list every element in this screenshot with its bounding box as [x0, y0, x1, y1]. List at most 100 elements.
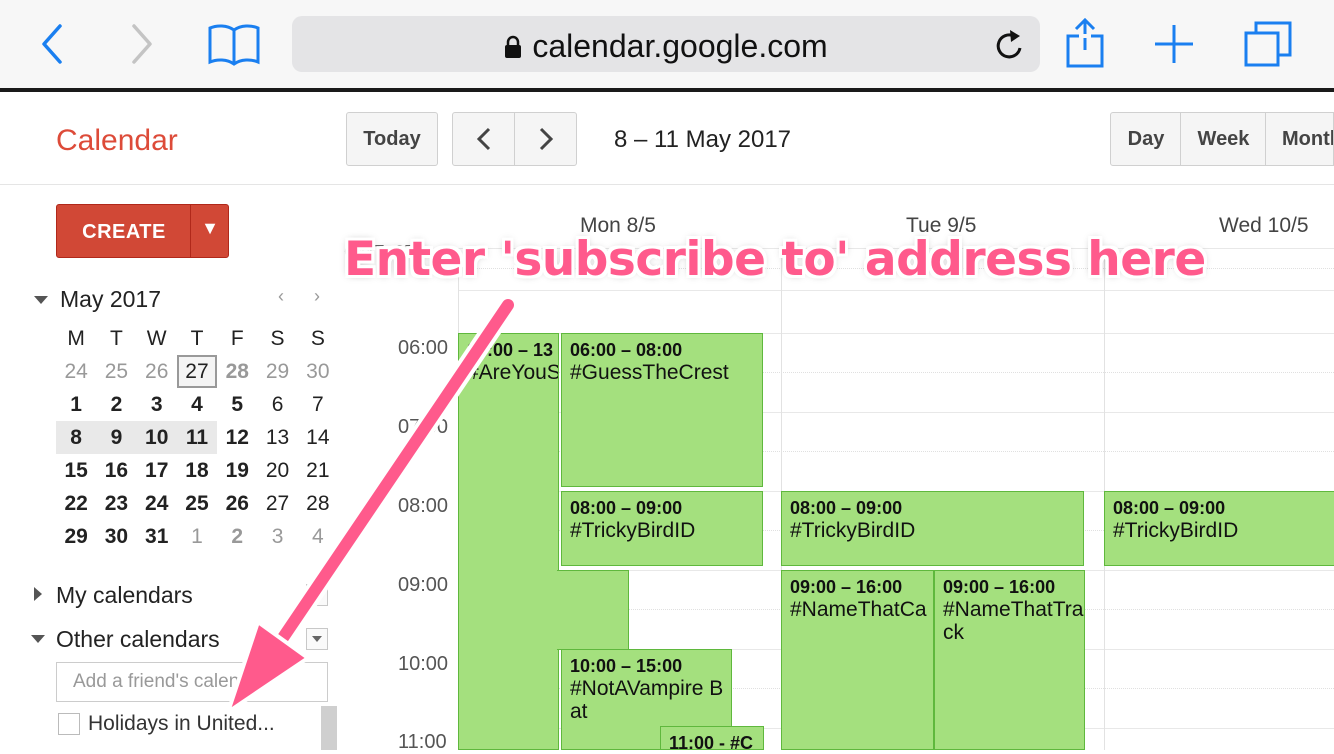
mini-day[interactable]: 2	[217, 520, 257, 553]
mini-day[interactable]: 25	[96, 355, 136, 388]
hour-label: 08:00	[398, 495, 449, 517]
mini-day[interactable]: 15	[56, 454, 96, 487]
day-header-wed[interactable]: Wed 10/5	[1219, 214, 1309, 238]
mini-day[interactable]: 24	[137, 487, 177, 520]
mini-day[interactable]: 17	[137, 454, 177, 487]
back-icon[interactable]	[36, 18, 68, 70]
mini-day[interactable]: 9	[96, 421, 137, 454]
mini-day[interactable]: 3	[137, 388, 177, 421]
weekday-label: S	[310, 327, 325, 350]
calendar-event[interactable]: 09:00 – 16:00 #NameThatCa	[781, 570, 934, 750]
url-text: calendar.google.com	[532, 28, 828, 64]
mini-day[interactable]: 1	[56, 388, 96, 421]
weekday-label: S	[270, 327, 285, 350]
tabs-icon[interactable]	[1242, 18, 1296, 70]
other-calendars-label[interactable]: Other calendars	[56, 626, 220, 653]
mini-day[interactable]: 18	[177, 454, 217, 487]
event-time: 06:00 – 08:00	[570, 340, 683, 360]
mini-day[interactable]: 24	[56, 355, 96, 388]
mini-day[interactable]: 22	[56, 487, 96, 520]
mini-day[interactable]: 14	[298, 421, 338, 454]
mini-weekday-row: M T W T F S S	[56, 322, 338, 355]
share-icon[interactable]	[1064, 18, 1106, 70]
my-calendars-menu-icon[interactable]	[306, 584, 328, 606]
mini-day[interactable]: 16	[96, 454, 136, 487]
bookmarks-icon[interactable]	[206, 18, 262, 70]
view-day-button[interactable]: Day	[1110, 112, 1182, 166]
mini-day[interactable]: 4	[298, 520, 338, 553]
mini-day[interactable]: 25	[177, 487, 217, 520]
mini-day[interactable]: 7	[298, 388, 338, 421]
mini-day[interactable]: 20	[257, 454, 297, 487]
mini-day[interactable]: 28	[217, 355, 257, 388]
my-calendars-label[interactable]: My calendars	[56, 582, 193, 609]
mini-day[interactable]: 26	[217, 487, 257, 520]
calendar-event[interactable]: 09:00 – 16:00 #NameThatTrack	[934, 570, 1085, 750]
event-title: #TrickyBirdID	[570, 519, 696, 542]
mini-next-month-icon[interactable]: ›	[314, 286, 320, 307]
mini-day[interactable]: 10	[136, 421, 177, 454]
mini-day[interactable]: 6	[257, 388, 297, 421]
mini-day[interactable]: 19	[217, 454, 257, 487]
mini-day[interactable]: 28	[298, 487, 338, 520]
mini-day[interactable]: 26	[137, 355, 177, 388]
create-dropdown-icon[interactable]: ▼	[191, 218, 229, 239]
calendar-event[interactable]: 11:00 - #C	[660, 726, 764, 750]
mini-day[interactable]: 5	[217, 388, 257, 421]
reload-icon[interactable]	[994, 28, 1026, 67]
sidebar-scrollbar[interactable]	[321, 706, 337, 750]
create-button[interactable]: CREATE ▼	[56, 204, 229, 258]
forward-icon[interactable]	[126, 18, 158, 70]
mini-day[interactable]: 12	[217, 421, 257, 454]
today-button[interactable]: Today	[346, 112, 438, 166]
holiday-calendar-checkbox[interactable]	[58, 713, 80, 735]
prev-week-button[interactable]	[452, 112, 515, 166]
mini-day[interactable]: 4	[177, 388, 217, 421]
mini-calendar-collapse-icon[interactable]	[34, 296, 48, 304]
chevron-left-icon	[476, 127, 490, 151]
mini-day[interactable]: 29	[257, 355, 297, 388]
event-time: 09:00 – 16:00	[943, 577, 1056, 597]
hour-label: 09:00	[398, 574, 449, 596]
mini-day[interactable]: 8	[56, 421, 97, 454]
mini-day[interactable]: 1	[177, 520, 217, 553]
mini-day[interactable]: 29	[56, 520, 96, 553]
new-tab-icon[interactable]	[1150, 18, 1198, 70]
mini-day[interactable]: 21	[298, 454, 338, 487]
chevron-right-icon	[539, 127, 553, 151]
app-title[interactable]: Calendar	[56, 124, 178, 158]
mini-day[interactable]: 3	[257, 520, 297, 553]
mini-day[interactable]: 13	[257, 421, 297, 454]
view-month-button[interactable]: Month	[1265, 112, 1334, 166]
mini-day[interactable]: 27	[257, 487, 297, 520]
calendar-event[interactable]: 08:00 – 09:00 #TrickyBirdID	[561, 491, 763, 566]
calendar-event[interactable]: 08:00 – 09:00 #TrickyBirdID	[1104, 491, 1334, 566]
view-week-button[interactable]: Week	[1180, 112, 1267, 166]
mini-prev-month-icon[interactable]: ‹	[278, 286, 284, 307]
add-friend-calendar-input[interactable]	[56, 662, 328, 702]
calendar-event[interactable]: 06:00 – 08:00 #GuessTheCrest	[561, 333, 763, 487]
event-time: 08:00 – 09:00	[1113, 498, 1226, 518]
my-calendars-expand-icon[interactable]	[34, 587, 42, 601]
other-calendars-menu-icon[interactable]	[306, 628, 328, 650]
other-calendars-collapse-icon[interactable]	[31, 635, 45, 643]
calendar-event[interactable]: 06:00 – 13 #AreYouS	[458, 333, 559, 750]
mini-day[interactable]: 31	[137, 520, 177, 553]
mini-day[interactable]: 2	[96, 388, 136, 421]
calendar-event[interactable]: 08:00 – 09:00 #TrickyBirdID	[781, 491, 1084, 566]
hour-label: 06:00	[398, 337, 449, 359]
mini-day[interactable]: 30	[298, 355, 338, 388]
event-time: 08:00 – 09:00	[570, 498, 683, 518]
next-week-button[interactable]	[514, 112, 577, 166]
mini-day[interactable]: 23	[96, 487, 136, 520]
hour-label: 07:00	[398, 416, 449, 438]
mini-day[interactable]: 11	[176, 421, 218, 454]
mini-week-row: 15 16 17 18 19 20 21	[56, 454, 338, 487]
calendar-event-extension[interactable]	[557, 570, 629, 650]
holiday-calendar-label[interactable]: Holidays in United...	[88, 712, 275, 736]
event-time: 06:00 – 13	[467, 340, 554, 360]
address-bar[interactable]: calendar.google.com	[292, 16, 1040, 72]
create-label: CREATE	[82, 221, 166, 243]
mini-day[interactable]: 30	[96, 520, 136, 553]
mini-day-today[interactable]: 27	[176, 355, 218, 388]
